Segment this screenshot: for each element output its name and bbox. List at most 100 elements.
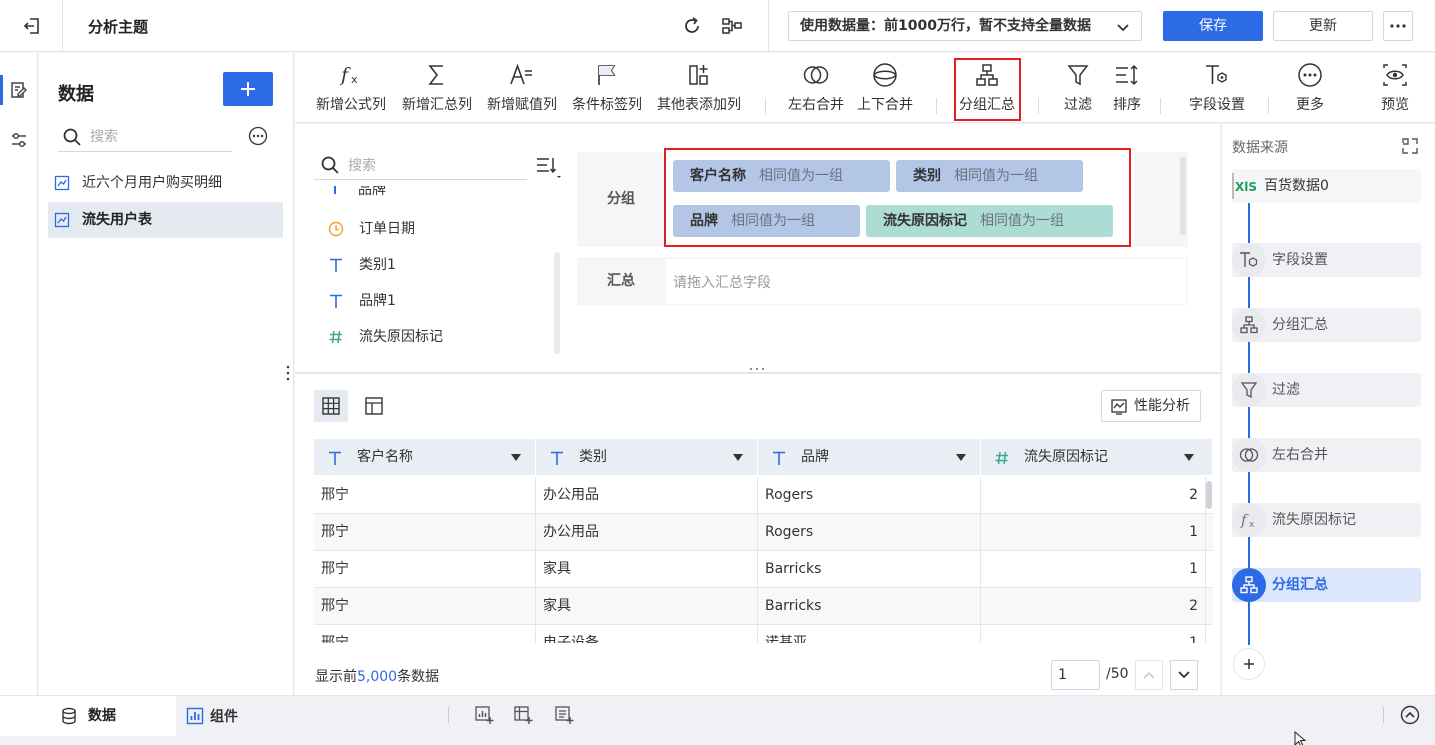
data-list-item-selected[interactable]: 流失用户表 xyxy=(48,202,283,238)
save-button[interactable]: 保存 xyxy=(1163,11,1263,41)
add-column-from-table-button[interactable]: 其他表添加列 xyxy=(654,60,744,120)
more-icon xyxy=(1290,60,1330,90)
more-button[interactable]: 更多 xyxy=(1290,60,1330,120)
back-icon[interactable] xyxy=(20,14,44,38)
data-search-input[interactable] xyxy=(58,122,232,152)
add-table-component-icon[interactable] xyxy=(513,705,533,725)
column-header[interactable]: 流失原因标记 xyxy=(981,439,1213,475)
sort-icon xyxy=(1107,60,1147,90)
field-search-input[interactable]: 搜索 xyxy=(348,155,376,175)
add-column-icon xyxy=(654,60,744,90)
column-header[interactable]: 类别 xyxy=(536,439,758,475)
group-icon xyxy=(1232,568,1266,602)
flag-icon xyxy=(569,60,645,90)
pipeline-panel xyxy=(1221,124,1435,695)
field-sort-icon[interactable] xyxy=(535,155,561,179)
lineage-icon[interactable] xyxy=(720,14,744,38)
pipeline-step[interactable]: 字段设置 xyxy=(1232,243,1421,277)
field-item[interactable]: 流失原因标记 xyxy=(328,319,443,355)
merge-horizontal-button[interactable]: 左右合并 xyxy=(785,60,847,120)
add-formula-column-button[interactable]: fx 新增公式列 xyxy=(313,60,389,120)
column-header[interactable]: 客户名称 xyxy=(314,439,536,475)
page-total: /50 xyxy=(1106,666,1129,682)
pipeline-title: 数据来源 xyxy=(1232,140,1288,156)
tab-data[interactable]: 数据 xyxy=(0,696,176,736)
add-summary-column-button[interactable]: 新增汇总列 xyxy=(399,60,475,120)
table-cell: 1 xyxy=(981,551,1206,588)
layout-view-icon[interactable] xyxy=(357,390,391,422)
group-field-chip[interactable]: 流失原因标记 相同值为一组 xyxy=(866,205,1113,237)
filter-icon xyxy=(1058,60,1098,90)
group-field-chip[interactable]: 品牌 相同值为一组 xyxy=(673,205,860,237)
database-icon xyxy=(60,707,78,725)
conditional-label-column-button[interactable]: 条件标签列 xyxy=(569,60,645,120)
pipeline-step[interactable]: 左右合并 xyxy=(1232,438,1421,472)
filter-button[interactable]: 过滤 xyxy=(1058,60,1098,120)
chevron-up-icon xyxy=(1142,668,1156,682)
table-row: 邢宁 办公用品 Rogers 2 xyxy=(314,477,1213,514)
caret-down-icon[interactable] xyxy=(956,454,966,461)
merge-vertical-button[interactable]: 上下合并 xyxy=(854,60,916,120)
add-chart-component-icon[interactable] xyxy=(474,705,494,725)
group-field-chip[interactable]: 客户名称 相同值为一组 xyxy=(673,160,890,192)
group-field-chip[interactable]: 类别 相同值为一组 xyxy=(896,160,1083,192)
data-search-placeholder: 搜索 xyxy=(90,129,118,145)
table-row: 邢宁 办公用品 Rogers 1 xyxy=(314,514,1213,551)
add-data-button[interactable] xyxy=(223,72,273,106)
field-item[interactable]: 品牌1 xyxy=(328,283,396,319)
pipeline-step[interactable]: 过滤 xyxy=(1232,373,1421,407)
table-cell: 邢宁 xyxy=(314,477,536,514)
merge-horizontal-icon xyxy=(1232,438,1266,472)
search-icon xyxy=(62,127,82,147)
merge-vertical-icon xyxy=(854,60,916,90)
field-item[interactable]: 类别1 xyxy=(328,247,396,283)
sort-button[interactable]: 排序 xyxy=(1107,60,1147,120)
caret-down-icon[interactable] xyxy=(733,454,743,461)
add-step-button[interactable] xyxy=(1233,648,1265,680)
field-settings-button[interactable]: 字段设置 xyxy=(1186,60,1248,120)
data-volume-select[interactable]: 使用数据量：前1000万行，暂不支持全量数据 xyxy=(788,11,1142,41)
grid-view-icon[interactable] xyxy=(314,390,348,422)
pipeline-source[interactable]: XlS 百货数据0 xyxy=(1232,169,1421,203)
caret-down-icon[interactable] xyxy=(511,454,521,461)
settings-sliders-icon[interactable] xyxy=(0,120,38,160)
page-number-input[interactable]: 1 xyxy=(1051,660,1100,690)
page-next-button[interactable] xyxy=(1170,660,1198,690)
number-type-icon xyxy=(994,450,1010,466)
group-zone-scrollbar[interactable] xyxy=(1180,157,1186,235)
table-row: 邢宁 电子设备 诺基亚 1 xyxy=(314,625,1213,643)
svg-text:x: x xyxy=(1249,520,1255,529)
sigma-icon xyxy=(399,60,475,90)
page-prev-button[interactable] xyxy=(1135,660,1163,690)
table-scrollbar[interactable] xyxy=(1206,481,1212,509)
table-cell: 家具 xyxy=(536,551,758,588)
data-list-item[interactable]: 近六个月用户购买明细 xyxy=(48,165,283,201)
number-type-icon xyxy=(328,329,344,345)
more-circle-icon[interactable] xyxy=(248,126,268,146)
data-edit-icon[interactable] xyxy=(0,70,38,110)
filter-icon xyxy=(1232,373,1266,407)
pipeline-step-active[interactable]: 分组汇总 xyxy=(1232,568,1421,602)
excel-icon: XlS xyxy=(1232,169,1260,203)
expand-icon[interactable] xyxy=(1401,137,1419,155)
eye-icon xyxy=(1375,60,1415,90)
vertical-drag-handle-icon[interactable] xyxy=(285,364,291,382)
update-button[interactable]: 更新 xyxy=(1273,11,1373,41)
more-options-button[interactable] xyxy=(1383,11,1413,41)
performance-analysis-button[interactable]: 性能分析 xyxy=(1101,390,1201,422)
pipeline-step[interactable]: 分组汇总 xyxy=(1232,308,1421,342)
add-filter-component-icon[interactable] xyxy=(554,705,574,725)
preview-button[interactable]: 预览 xyxy=(1375,60,1415,120)
table-cell: 办公用品 xyxy=(536,477,758,514)
field-item[interactable]: 订单日期 xyxy=(328,211,415,247)
tab-component[interactable]: 组件 xyxy=(186,706,238,726)
add-assign-column-button[interactable]: 新增赋值列 xyxy=(484,60,560,120)
column-header[interactable]: 品牌 xyxy=(758,439,981,475)
collapse-up-icon[interactable] xyxy=(1400,705,1420,725)
field-list-scrollbar[interactable] xyxy=(554,252,560,354)
pipeline-step[interactable]: fx 流失原因标记 xyxy=(1232,503,1421,537)
performance-icon xyxy=(1111,399,1127,415)
caret-down-icon[interactable] xyxy=(1184,454,1194,461)
refresh-icon[interactable] xyxy=(680,14,704,38)
assign-icon xyxy=(484,60,560,90)
